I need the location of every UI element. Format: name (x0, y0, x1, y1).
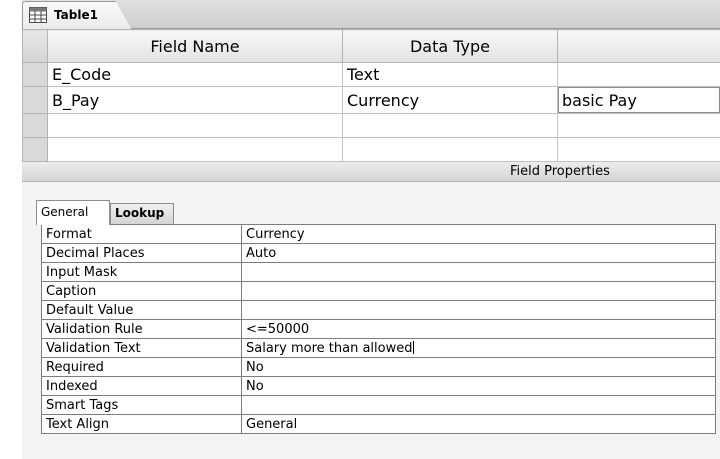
property-row-input-mask: Input Mask (41, 262, 716, 282)
property-value[interactable] (241, 300, 716, 320)
property-label: Default Value (41, 300, 242, 320)
field-name-cell[interactable] (47, 112, 343, 138)
column-header-data-type: Data Type (342, 28, 558, 64)
table-row: B_Pay Currency basic Pay (22, 86, 720, 114)
property-row-format: Format Currency (41, 224, 716, 244)
property-value[interactable]: Auto (241, 243, 716, 263)
property-value[interactable]: Currency (241, 224, 716, 244)
data-type-cell[interactable]: Currency (342, 86, 558, 114)
property-label: Validation Text (41, 338, 242, 358)
field-properties-title: Field Properties (510, 164, 610, 179)
property-value[interactable] (241, 281, 716, 301)
property-row-text-align: Text Align General (41, 414, 716, 434)
property-row-validation-text: Validation Text Salary more than allowed (41, 338, 716, 358)
tab-table1[interactable]: Table1 (22, 1, 132, 30)
property-label: Input Mask (41, 262, 242, 282)
property-row-indexed: Indexed No (41, 376, 716, 396)
property-value[interactable]: General (241, 414, 716, 434)
property-label: Format (41, 224, 242, 244)
table-row: E_Code Text (22, 62, 720, 88)
property-label: Required (41, 357, 242, 377)
column-header-description (557, 28, 720, 64)
property-label: Caption (41, 281, 242, 301)
property-label: Text Align (41, 414, 242, 434)
field-name-cell[interactable]: B_Pay (47, 86, 343, 114)
row-selector[interactable] (22, 86, 48, 114)
grid-header-row: Field Name Data Type (22, 28, 720, 64)
validation-text-value: Salary more than allowed (246, 340, 413, 356)
tab-title: Table1 (54, 8, 98, 22)
property-row-smart-tags: Smart Tags (41, 395, 716, 415)
property-value[interactable]: No (241, 376, 716, 396)
description-cell[interactable] (557, 136, 720, 163)
tab-general[interactable]: General (36, 200, 110, 225)
field-properties-bar: Field Properties (22, 162, 720, 182)
property-label: Indexed (41, 376, 242, 396)
property-row-decimal-places: Decimal Places Auto (41, 243, 716, 263)
data-type-cell[interactable] (342, 112, 558, 138)
property-label: Validation Rule (41, 319, 242, 339)
data-type-cell[interactable] (342, 136, 558, 163)
description-cell[interactable] (557, 62, 720, 88)
field-name-cell[interactable] (47, 136, 343, 163)
property-row-default-value: Default Value (41, 300, 716, 320)
select-all-corner[interactable] (22, 28, 48, 64)
table-row (22, 136, 720, 163)
data-type-cell[interactable]: Text (342, 62, 558, 88)
row-selector[interactable] (22, 136, 48, 163)
property-label: Decimal Places (41, 243, 242, 263)
field-properties-panel: General Lookup Format Currency Decimal P… (22, 182, 720, 459)
description-cell[interactable]: basic Pay (557, 86, 720, 114)
tab-lookup[interactable]: Lookup (110, 203, 174, 224)
property-value[interactable]: <=50000 (241, 319, 716, 339)
document-tab-strip: Table1 (22, 0, 720, 30)
property-row-validation-rule: Validation Rule <=50000 (41, 319, 716, 339)
property-value[interactable] (241, 262, 716, 282)
column-header-field-name: Field Name (47, 28, 343, 64)
row-selector[interactable] (22, 112, 48, 138)
property-sheet: Format Currency Decimal Places Auto Inpu… (41, 224, 716, 434)
property-value[interactable]: No (241, 357, 716, 377)
design-grid: Field Name Data Type E_Code Text B_Pay C… (22, 28, 720, 163)
property-value-validation-text[interactable]: Salary more than allowed (241, 338, 716, 358)
row-selector[interactable] (22, 62, 48, 88)
table-row (22, 112, 720, 138)
description-cell[interactable] (557, 112, 720, 138)
property-row-caption: Caption (41, 281, 716, 301)
property-value[interactable] (241, 395, 716, 415)
field-name-cell[interactable]: E_Code (47, 62, 343, 88)
table-icon (29, 7, 47, 23)
property-row-required: Required No (41, 357, 716, 377)
text-cursor (413, 340, 415, 354)
property-label: Smart Tags (41, 395, 242, 415)
